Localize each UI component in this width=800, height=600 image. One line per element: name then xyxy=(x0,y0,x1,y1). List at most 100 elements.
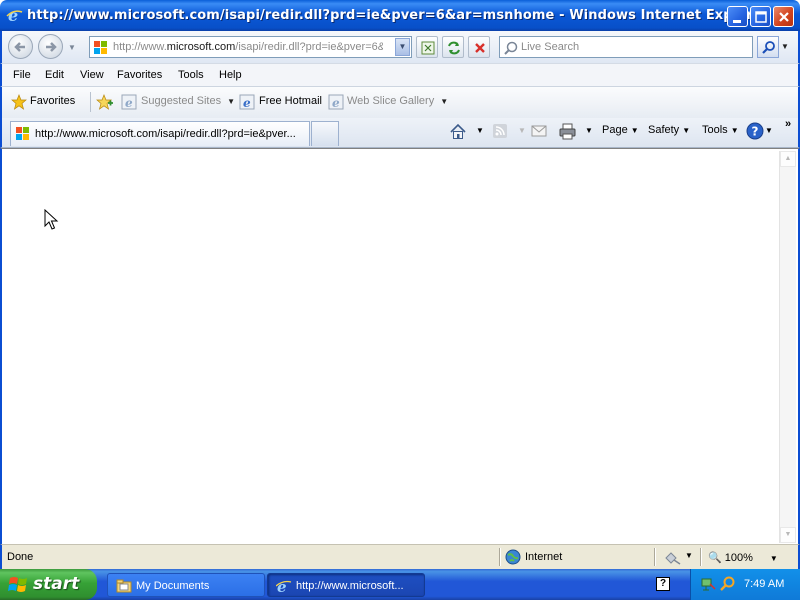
mail-icon[interactable] xyxy=(531,124,548,138)
address-dropdown-button[interactable]: ▼ xyxy=(395,38,410,56)
compatibility-icon xyxy=(421,41,435,55)
zoom-control[interactable]: 🔍 100% ▼ xyxy=(708,551,778,564)
tab-title: http://www.microsoft.com/isapi/redir.dll… xyxy=(35,128,296,140)
folder-icon xyxy=(116,579,132,593)
ie-icon: e xyxy=(239,94,255,110)
help-icon[interactable]: ? xyxy=(656,577,670,591)
search-input[interactable]: Live Search xyxy=(499,36,753,58)
system-tray: 7:49 AM xyxy=(690,569,800,600)
svg-text:e: e xyxy=(277,578,287,594)
url-prefix: http://www. xyxy=(113,41,167,53)
chevron-down-icon: ▼ xyxy=(227,97,236,106)
svg-text:e: e xyxy=(243,96,251,110)
compatibility-view-button[interactable] xyxy=(416,36,438,58)
address-bar[interactable]: http://www.microsoft.com/isapi/redir.dll… xyxy=(89,36,412,58)
scroll-down-button[interactable]: ▼ xyxy=(780,527,796,543)
toolbar-overflow-button[interactable]: » xyxy=(785,118,791,130)
back-button[interactable] xyxy=(8,34,33,59)
web-slice-gallery-label: Web Slice Gallery xyxy=(347,95,435,107)
add-to-favorites-icon[interactable] xyxy=(96,94,114,110)
menu-file[interactable]: File xyxy=(13,69,31,81)
taskbar-item-label: http://www.microsoft... xyxy=(296,580,404,592)
print-icon[interactable] xyxy=(558,122,577,140)
free-hotmail-link[interactable]: Free Hotmail xyxy=(259,95,322,107)
menu-bar: File Edit View Favorites Tools Help xyxy=(0,63,800,86)
tools-menu-label: Tools xyxy=(702,124,728,136)
mouse-cursor-icon xyxy=(44,209,59,230)
forward-button[interactable] xyxy=(38,34,63,59)
tools-menu[interactable]: Tools ▼ xyxy=(702,124,739,136)
address-url[interactable]: http://www.microsoft.com/isapi/redir.dll… xyxy=(113,41,383,53)
globe-icon xyxy=(505,549,521,565)
star-icon xyxy=(11,94,27,110)
favorites-bar: Favorites e Suggested Sites ▼ e Free Hotm… xyxy=(0,86,800,118)
search-icon[interactable] xyxy=(720,576,736,592)
help-dropdown[interactable]: ▼ xyxy=(762,124,773,136)
menu-view[interactable]: View xyxy=(80,69,104,81)
favorites-button[interactable]: Favorites xyxy=(30,95,75,107)
start-button[interactable]: start xyxy=(0,569,97,600)
protected-mode-icon[interactable] xyxy=(664,550,682,566)
status-text: Done xyxy=(7,551,34,563)
minimize-button[interactable] xyxy=(727,6,748,27)
start-label: start xyxy=(33,574,80,594)
search-go-button[interactable] xyxy=(757,36,779,58)
stop-button[interactable] xyxy=(468,36,490,58)
maximize-icon xyxy=(755,11,767,23)
page-menu[interactable]: Page ▼ xyxy=(602,124,639,136)
maximize-button[interactable] xyxy=(750,6,771,27)
suggested-sites-label: Suggested Sites xyxy=(141,95,222,107)
toolbar-separator xyxy=(90,92,91,112)
search-icon xyxy=(504,41,518,55)
zone-label: Internet xyxy=(525,551,563,563)
svg-text:e: e xyxy=(8,7,18,24)
status-separator xyxy=(499,548,501,566)
title-bar: e http://www.microsoft.com/isapi/redir.d… xyxy=(0,0,800,31)
ie-icon: e xyxy=(121,94,137,110)
svg-text:e: e xyxy=(125,96,133,110)
chevron-down-icon: ▼ xyxy=(730,126,739,135)
tab-current[interactable]: http://www.microsoft.com/isapi/redir.dll… xyxy=(10,121,310,146)
recent-pages-dropdown[interactable]: ▼ xyxy=(68,43,76,52)
chevron-down-icon: ▼ xyxy=(769,554,778,563)
refresh-icon xyxy=(448,41,460,55)
chevron-down-icon: ▼ xyxy=(630,126,639,135)
home-icon[interactable] xyxy=(449,123,467,140)
rss-icon[interactable] xyxy=(492,123,508,139)
svg-text:e: e xyxy=(332,96,340,110)
minimize-icon xyxy=(733,20,741,23)
url-domain: microsoft.com xyxy=(166,41,236,53)
search-options-dropdown[interactable]: ▼ xyxy=(781,42,789,51)
zoom-icon: 🔍 xyxy=(708,552,722,564)
close-button[interactable] xyxy=(773,6,794,27)
vertical-scrollbar[interactable]: ▲ ▼ xyxy=(779,151,796,543)
page-content[interactable]: ▲ ▼ xyxy=(0,148,800,544)
network-icon[interactable] xyxy=(700,576,716,592)
suggested-sites-link[interactable]: Suggested Sites ▼ xyxy=(141,95,235,107)
menu-edit[interactable]: Edit xyxy=(45,69,64,81)
feeds-dropdown[interactable]: ▼ xyxy=(515,124,526,136)
menu-help[interactable]: Help xyxy=(219,69,242,81)
menu-tools[interactable]: Tools xyxy=(178,69,204,81)
scroll-up-button[interactable]: ▲ xyxy=(780,151,796,167)
refresh-button[interactable] xyxy=(442,36,464,58)
tab-bar: http://www.microsoft.com/isapi/redir.dll… xyxy=(0,118,800,148)
taskbar-item-my-documents[interactable]: My Documents xyxy=(107,573,265,597)
print-dropdown[interactable]: ▼ xyxy=(582,124,593,136)
zoom-value: 100% xyxy=(724,552,753,564)
safety-menu[interactable]: Safety ▼ xyxy=(648,124,690,136)
svg-text:?: ? xyxy=(752,125,759,139)
home-dropdown[interactable]: ▼ xyxy=(473,124,484,136)
ie-icon: e xyxy=(6,7,23,24)
search-go-icon xyxy=(762,41,775,54)
taskbar: start My Documents e http://www.microsof… xyxy=(0,569,800,600)
status-separator xyxy=(654,548,656,566)
web-slice-gallery-link[interactable]: Web Slice Gallery ▼ xyxy=(347,95,448,107)
url-path: /isapi/redir.dll?prd=ie&pver=6& xyxy=(235,41,383,53)
status-bar: Done Internet ▼ 🔍 100% ▼ xyxy=(0,544,800,569)
new-tab-button[interactable] xyxy=(311,121,339,146)
ie-icon: e xyxy=(276,578,292,594)
protected-mode-dropdown[interactable]: ▼ xyxy=(685,551,693,560)
menu-favorites[interactable]: Favorites xyxy=(117,69,162,81)
taskbar-item-internet-explorer[interactable]: e http://www.microsoft... xyxy=(267,573,425,597)
